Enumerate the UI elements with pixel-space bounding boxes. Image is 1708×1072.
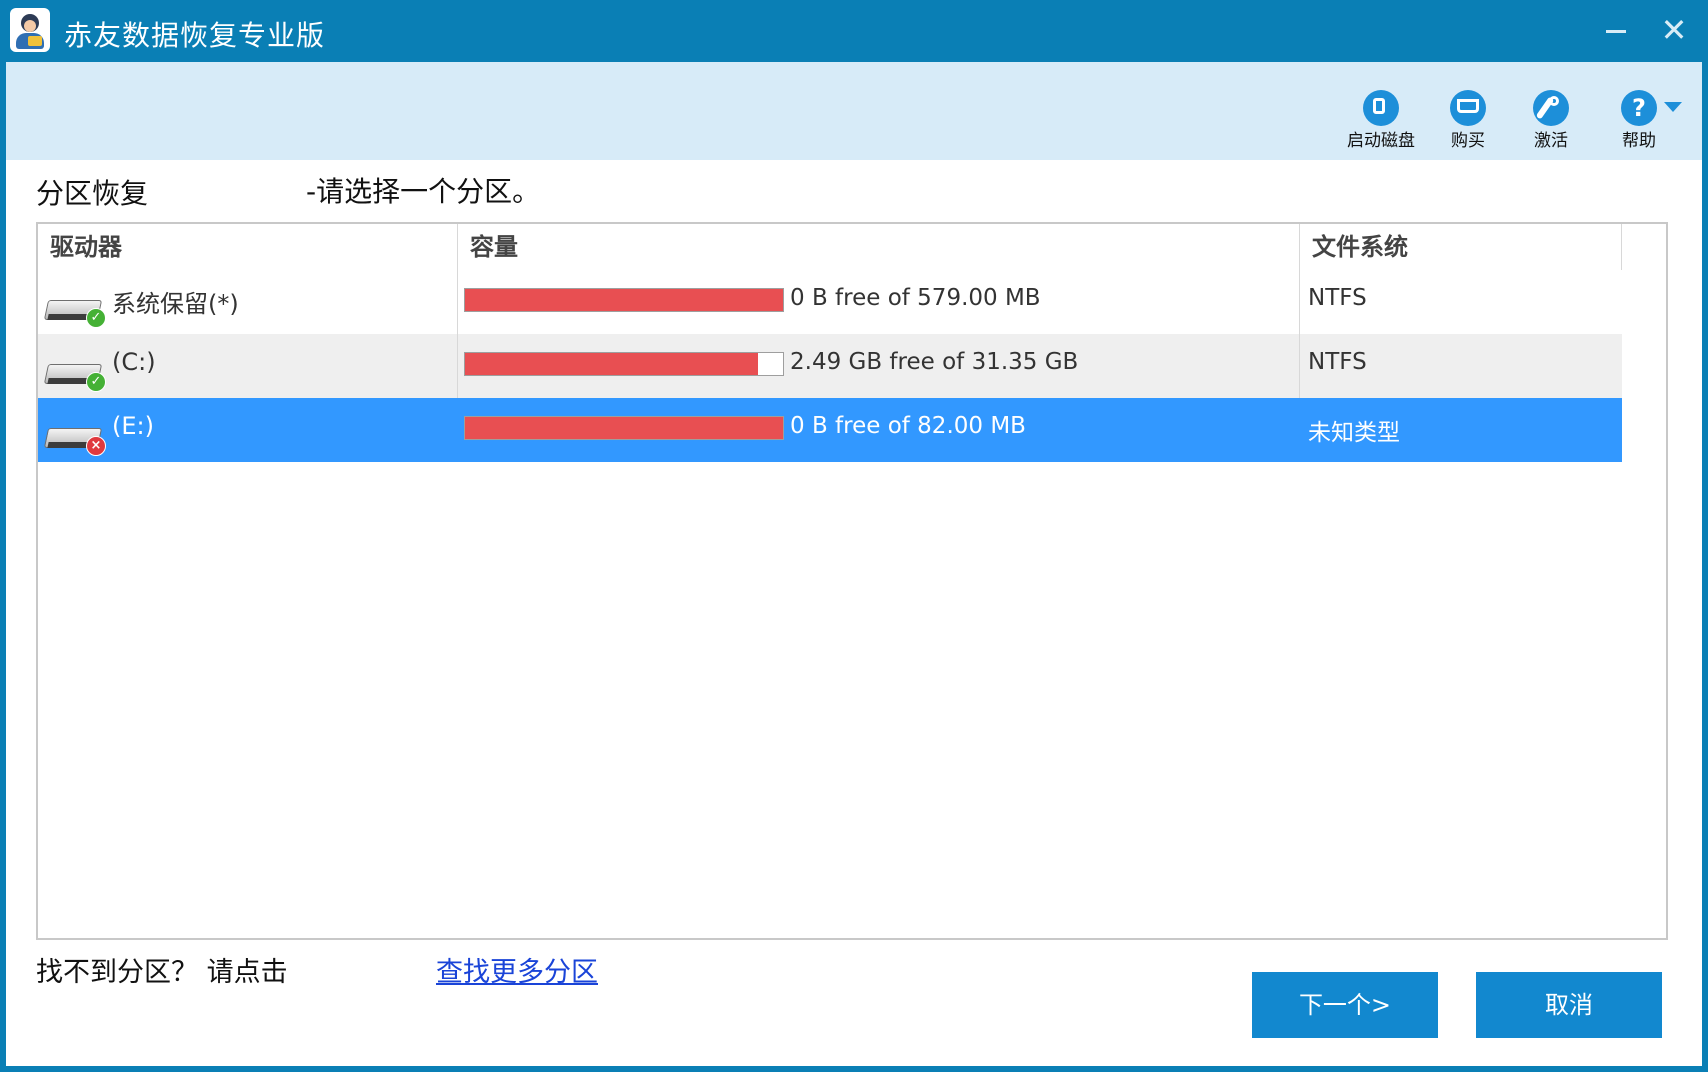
help-icon: ?: [1621, 90, 1657, 126]
capacity-text: 0 B free of 82.00 MB: [790, 413, 1026, 439]
close-button[interactable]: ✕: [1654, 10, 1694, 50]
capacity-bar: [464, 416, 784, 440]
check-icon: ✓: [86, 372, 106, 392]
cart-icon: [1450, 90, 1486, 126]
capacity-bar: [464, 288, 784, 312]
drive-label: (E:): [112, 412, 154, 440]
section-title: 分区恢复: [36, 177, 149, 210]
partition-table: 驱动器 容量 文件系统 ✓ 系统保留(*) 0 B free of 579.00…: [36, 222, 1668, 940]
filesystem-text: NTFS: [1308, 349, 1367, 375]
buy-label: 购买: [1451, 131, 1485, 151]
column-header-capacity[interactable]: 容量: [458, 224, 1300, 270]
drive-cell: ✓ 系统保留(*): [38, 270, 458, 334]
filesystem-text: 未知类型: [1308, 420, 1400, 446]
drive-icon: ×: [43, 420, 106, 456]
capacity-text: 0 B free of 579.00 MB: [790, 285, 1041, 311]
help-button[interactable]: ? 帮助: [1594, 90, 1684, 154]
error-icon: ×: [86, 436, 106, 456]
chevron-down-icon[interactable]: [1664, 102, 1682, 112]
table-header: 驱动器 容量 文件系统: [38, 224, 1622, 270]
app-window: 赤友数据恢复专业版 ✕ 启动磁盘 购买 激活 ? 帮助 分区恢复 -请选择一个分…: [0, 0, 1708, 1072]
section-instruction: -请选择一个分区。: [306, 175, 541, 208]
help-label: 帮助: [1622, 131, 1656, 151]
filesystem-text: NTFS: [1308, 285, 1367, 311]
column-header-filesystem[interactable]: 文件系统: [1300, 224, 1622, 270]
capacity-text: 2.49 GB free of 31.35 GB: [790, 349, 1079, 375]
window-title: 赤友数据恢复专业版: [64, 19, 326, 52]
drive-icon: ✓: [43, 292, 106, 328]
cancel-button[interactable]: 取消: [1476, 972, 1662, 1038]
find-more-partitions-link[interactable]: 查找更多分区: [436, 950, 598, 989]
drive-label: 系统保留(*): [112, 290, 239, 318]
boot-disk-icon: [1363, 90, 1399, 126]
activate-label: 激活: [1534, 131, 1568, 151]
minimize-button[interactable]: [1596, 10, 1636, 50]
activate-button[interactable]: 激活: [1506, 90, 1596, 154]
filesystem-cell: NTFS: [1300, 334, 1622, 398]
table-row[interactable]: ✓ 系统保留(*) 0 B free of 579.00 MB NTFS: [38, 270, 1622, 334]
drive-cell: × (E:): [38, 398, 458, 462]
check-icon: ✓: [86, 308, 106, 328]
app-logo-icon: [10, 8, 50, 52]
filesystem-cell: NTFS: [1300, 270, 1622, 334]
capacity-cell: 2.49 GB free of 31.35 GB: [458, 334, 1300, 398]
key-icon: [1533, 90, 1569, 126]
not-found-prompt: 找不到分区？ 请点击: [36, 957, 288, 988]
capacity-cell: 0 B free of 82.00 MB: [458, 398, 1300, 462]
drive-label: (C:): [112, 348, 156, 376]
toolbar: 启动磁盘 购买 激活 ? 帮助: [6, 62, 1702, 160]
table-row[interactable]: ✓ (C:) 2.49 GB free of 31.35 GB NTFS: [38, 334, 1622, 398]
filesystem-cell: 未知类型: [1300, 398, 1622, 462]
capacity-cell: 0 B free of 579.00 MB: [458, 270, 1300, 334]
minimize-icon: [1606, 30, 1626, 33]
drive-icon: ✓: [43, 356, 106, 392]
boot-disk-button[interactable]: 启动磁盘: [1336, 90, 1426, 154]
buy-button[interactable]: 购买: [1423, 90, 1513, 154]
table-row-selected[interactable]: × (E:) 0 B free of 82.00 MB 未知类型: [38, 398, 1622, 462]
title-bar[interactable]: 赤友数据恢复专业版 ✕: [0, 0, 1708, 62]
main-panel: 分区恢复 -请选择一个分区。 驱动器 容量 文件系统 ✓ 系统保留(*) 0 B…: [6, 160, 1702, 1066]
column-header-drive[interactable]: 驱动器: [38, 224, 458, 270]
drive-cell: ✓ (C:): [38, 334, 458, 398]
boot-disk-label: 启动磁盘: [1347, 131, 1415, 151]
capacity-bar: [464, 352, 784, 376]
next-button[interactable]: 下一个>: [1252, 972, 1438, 1038]
